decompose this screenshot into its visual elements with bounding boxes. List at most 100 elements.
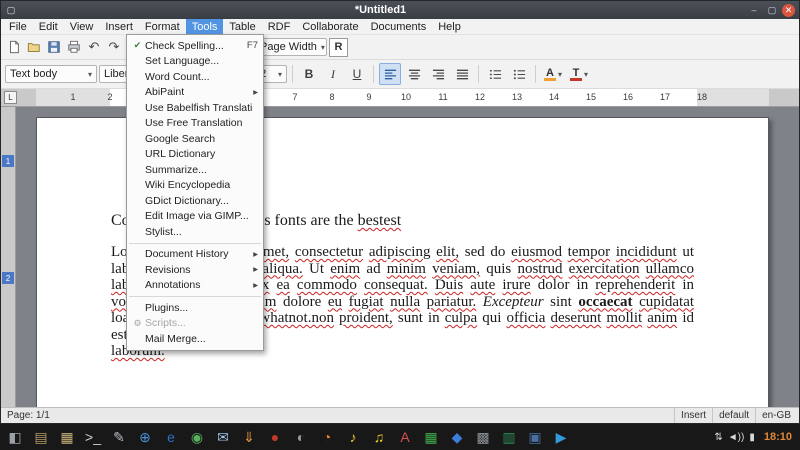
menu-documents[interactable]: Documents xyxy=(365,19,433,34)
save-icon[interactable] xyxy=(45,38,63,56)
align-right-button[interactable] xyxy=(427,63,449,85)
menu-item-scripts[interactable]: ⚙Scripts... xyxy=(127,316,263,332)
package-manager-launcher-icon[interactable]: ▣ xyxy=(524,426,546,448)
media-player-launcher-icon[interactable]: ● xyxy=(264,426,286,448)
menu-item-google-search[interactable]: Google Search xyxy=(127,131,263,147)
menu-item-gdict-dictionary[interactable]: GDict Dictionary... xyxy=(127,193,263,209)
songbird-launcher-icon[interactable]: ♫ xyxy=(368,426,390,448)
menu-item-revisions[interactable]: Revisions▸ xyxy=(127,262,263,278)
terminal-launcher-icon[interactable]: >_ xyxy=(82,426,104,448)
ruler-number: 16 xyxy=(623,92,633,102)
minimize-button[interactable]: – xyxy=(746,3,762,17)
redo-icon[interactable]: ↷ xyxy=(105,38,123,56)
tab-stop-selector[interactable]: L xyxy=(4,91,17,104)
volume-icon[interactable]: ◄)) xyxy=(728,432,745,443)
ruler-number: 12 xyxy=(475,92,485,102)
gnumeric-launcher-icon[interactable]: ▦ xyxy=(420,426,442,448)
text-segment: exercitation xyxy=(569,261,640,277)
bold-button[interactable]: B xyxy=(298,63,320,85)
menu-item-mail-merge[interactable]: Mail Merge... xyxy=(127,331,263,347)
video-player-launcher-icon[interactable]: ▶ xyxy=(550,426,572,448)
font-color-button[interactable]: T ▾ xyxy=(567,64,591,84)
menu-item-wiki-encyclopedia[interactable]: Wiki Encyclopedia xyxy=(127,178,263,194)
titlebar[interactable]: ▢ *Untitled1 – ▢ ✕ xyxy=(1,1,799,19)
gimp-launcher-icon[interactable]: ◐ xyxy=(290,426,312,448)
places-launcher-icon[interactable]: ▤ xyxy=(30,426,52,448)
menu-item-word-count[interactable]: Word Count... xyxy=(127,69,263,85)
toolbar-separator xyxy=(292,65,293,83)
clipboard-icon[interactable]: ▮ xyxy=(749,432,755,443)
vertical-ruler[interactable]: 1 2 xyxy=(1,107,16,407)
undo-icon[interactable]: ↶ xyxy=(85,38,103,56)
menu-item-use-babelfish-translation[interactable]: Use Babelfish Translation xyxy=(127,100,263,116)
spreadsheet-launcher-icon[interactable]: ▥ xyxy=(498,426,520,448)
menu-item-plugins[interactable]: Plugins... xyxy=(127,300,263,316)
music-player-launcher-icon[interactable]: ♪ xyxy=(342,426,364,448)
horizontal-ruler[interactable]: L 123456789101112131415161718 xyxy=(1,89,799,107)
align-left-button[interactable] xyxy=(379,63,401,85)
menu-view[interactable]: View xyxy=(64,19,100,34)
menu-item-check-spelling[interactable]: ✔Check Spelling...F7 xyxy=(127,38,263,54)
chat-launcher-icon[interactable]: ◉ xyxy=(186,426,208,448)
show-desktop-launcher-icon[interactable]: ◧ xyxy=(4,426,26,448)
language-indicator[interactable]: en-GB xyxy=(755,408,797,423)
align-center-button[interactable] xyxy=(403,63,425,85)
menu-insert[interactable]: Insert xyxy=(99,19,139,34)
web-browser-launcher-icon[interactable]: ⊕ xyxy=(134,426,156,448)
menu-rdf[interactable]: RDF xyxy=(262,19,297,34)
zoom-combo[interactable]: Page Width ▾ xyxy=(255,38,327,56)
bullet-list-button[interactable] xyxy=(508,63,530,85)
menu-item-document-history[interactable]: Document History▸ xyxy=(127,247,263,263)
menu-item-edit-image-via-gimp[interactable]: Edit Image via GIMP... xyxy=(127,209,263,225)
maximize-button[interactable]: ▢ xyxy=(764,3,780,17)
text-segment: consectetur xyxy=(295,244,363,260)
browser-e-launcher-icon[interactable]: e xyxy=(160,426,182,448)
download-manager-launcher-icon[interactable]: ⇓ xyxy=(238,426,260,448)
menu-item-stylist[interactable]: Stylist... xyxy=(127,224,263,240)
network-icon[interactable]: ⇅ xyxy=(714,432,722,443)
open-folder-icon[interactable] xyxy=(25,38,43,56)
menu-item-set-language[interactable]: Set Language... xyxy=(127,54,263,70)
print-icon[interactable] xyxy=(65,38,83,56)
menu-item-use-free-translation[interactable]: Use Free Translation xyxy=(127,116,263,132)
mail-launcher-icon[interactable]: ✉ xyxy=(212,426,234,448)
ruler-number: 9 xyxy=(366,92,371,102)
menu-item-summarize[interactable]: Summarize... xyxy=(127,162,263,178)
menu-item-label: Set Language... xyxy=(145,55,252,67)
menu-item-annotations[interactable]: Annotations▸ xyxy=(127,278,263,294)
file-manager-launcher-icon[interactable]: ▦ xyxy=(56,426,78,448)
menu-collaborate[interactable]: Collaborate xyxy=(296,19,364,34)
abiword-launcher-icon[interactable]: A xyxy=(394,426,416,448)
numbered-list-button[interactable] xyxy=(484,63,506,85)
style-combo[interactable]: Text body ▾ xyxy=(5,65,97,83)
menu-table[interactable]: Table xyxy=(223,19,261,34)
ruler-right-margin[interactable] xyxy=(697,89,769,106)
close-button[interactable]: ✕ xyxy=(782,4,795,17)
text-editor-launcher-icon[interactable]: ✎ xyxy=(108,426,130,448)
calculator-launcher-icon[interactable]: ▩ xyxy=(472,426,494,448)
insert-mode-indicator[interactable]: Insert xyxy=(674,408,712,423)
menu-edit[interactable]: Edit xyxy=(33,19,64,34)
clock[interactable]: 18:10 xyxy=(764,431,792,443)
dictionary-launcher-icon[interactable]: ◆ xyxy=(446,426,468,448)
ruler-number: 15 xyxy=(586,92,596,102)
style-indicator[interactable]: default xyxy=(712,408,755,423)
menu-help[interactable]: Help xyxy=(432,19,467,34)
text-segment: dolore xyxy=(276,294,327,310)
highlight-color-button[interactable]: A ▾ xyxy=(541,64,565,84)
underline-button[interactable]: U xyxy=(346,63,368,85)
menu-item-url-dictionary[interactable]: URL Dictionary xyxy=(127,147,263,163)
menu-format[interactable]: Format xyxy=(139,19,186,34)
menu-item-abipaint[interactable]: AbiPaint▸ xyxy=(127,85,263,101)
menu-file[interactable]: File xyxy=(3,19,33,34)
rdf-button[interactable]: R xyxy=(329,38,348,57)
menu-item-label: Word Count... xyxy=(145,71,252,83)
italic-button[interactable]: I xyxy=(322,63,344,85)
align-justify-button[interactable] xyxy=(451,63,473,85)
menu-item-label: Revisions xyxy=(145,264,247,276)
menu-item-label: Check Spelling... xyxy=(145,40,241,52)
menu-tools[interactable]: Tools xyxy=(186,19,224,34)
firefox-launcher-icon[interactable]: ◔ xyxy=(316,426,338,448)
text-segment xyxy=(269,277,276,293)
new-document-icon[interactable] xyxy=(5,38,23,56)
